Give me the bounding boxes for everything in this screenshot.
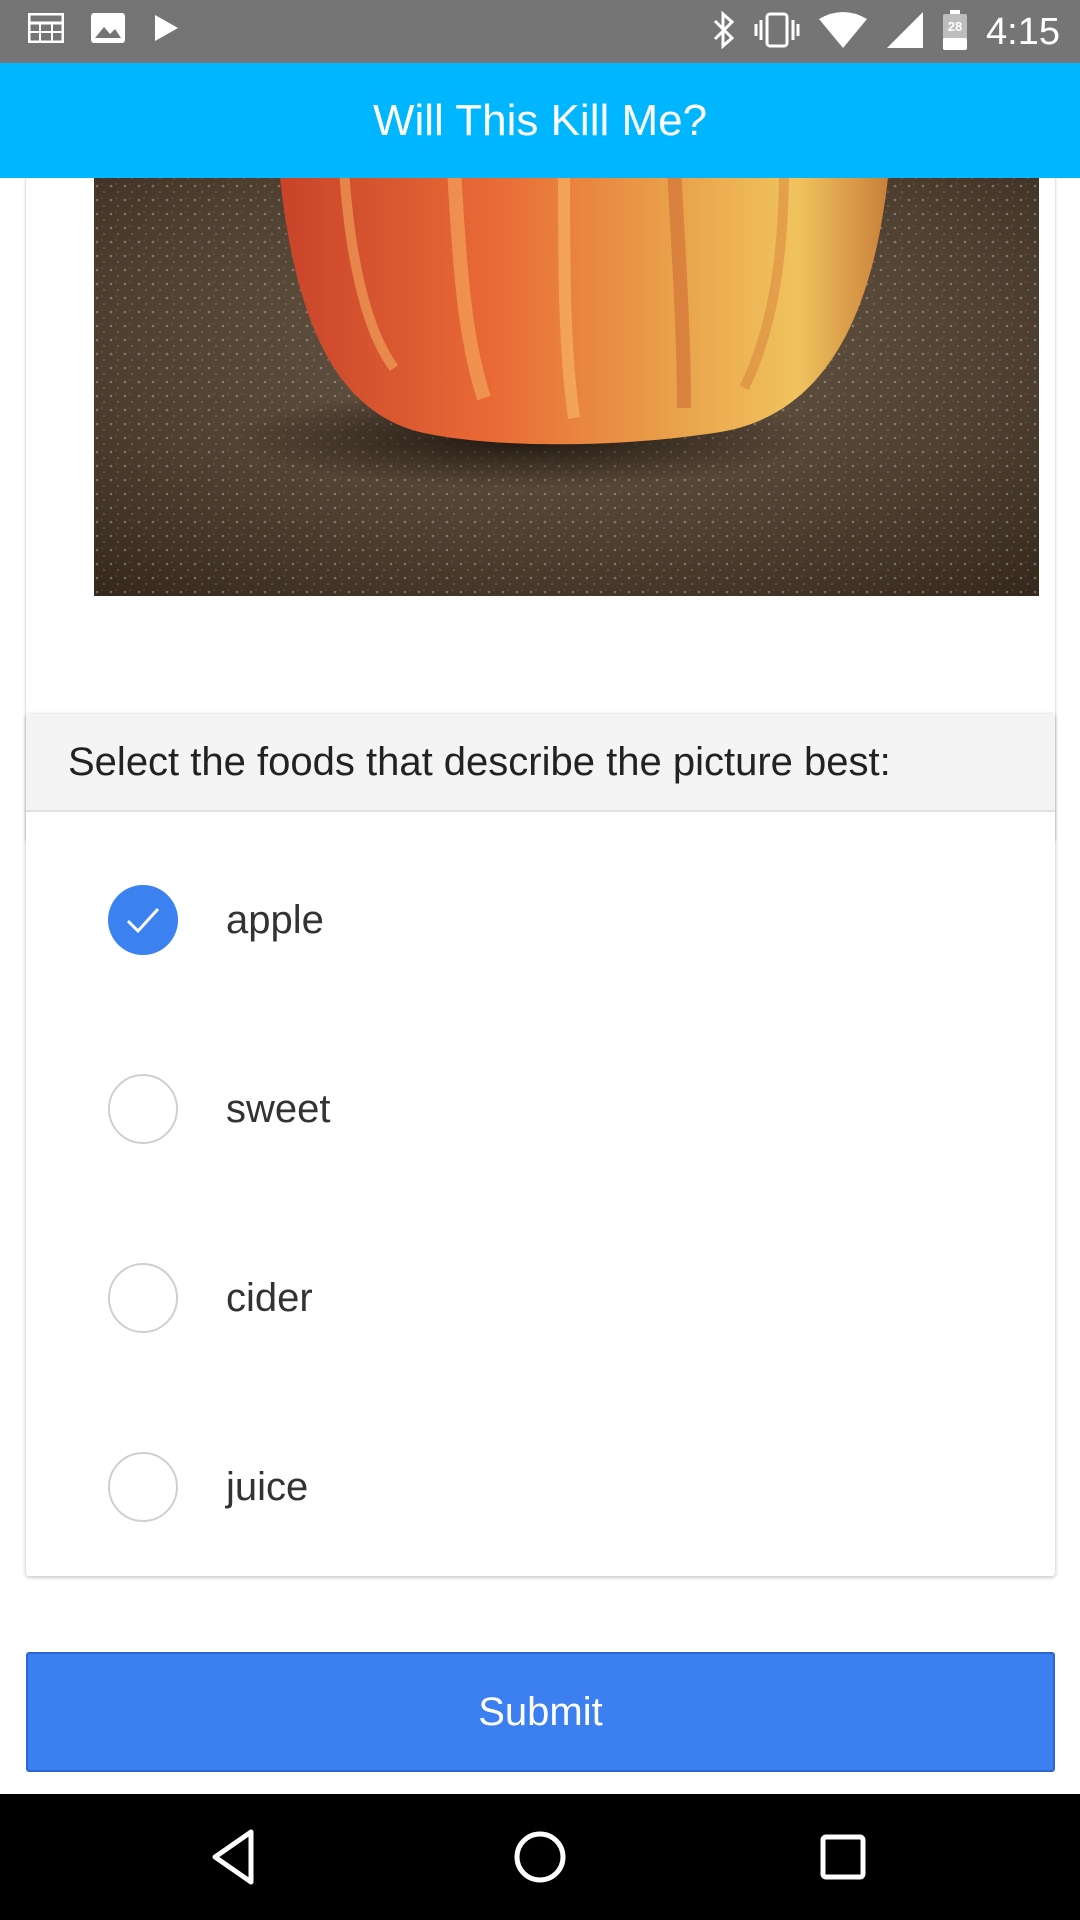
question-prompt: Select the foods that describe the pictu… [26,714,1055,812]
battery-icon: 28 [942,9,968,56]
checkbox-unchecked[interactable] [108,1263,178,1333]
option-label: apple [226,897,324,942]
checkbox-checked[interactable] [108,885,178,955]
checkbox-unchecked[interactable] [108,1074,178,1144]
recents-icon[interactable] [810,1824,876,1890]
calendar-grid-icon [27,12,65,48]
play-icon [152,13,180,48]
checkbox-unchecked[interactable] [108,1452,178,1522]
food-photo [94,178,1039,596]
question-card: Select the foods that describe the pictu… [26,714,1055,1576]
check-icon [126,907,160,934]
status-time: 4:15 [986,10,1060,53]
bluetooth-icon [712,10,736,54]
battery-level: 28 [947,18,963,34]
app-title: Will This Kill Me? [372,95,708,145]
back-icon[interactable] [203,1824,269,1890]
content-scroll[interactable]: Select the foods that describe the pictu… [0,178,1080,1794]
cell-signal-icon [886,11,924,54]
app-bar: Will This Kill Me? [0,63,1080,178]
option-juice[interactable]: juice [26,1427,1055,1547]
home-icon[interactable] [507,1824,573,1890]
option-label: juice [226,1464,309,1509]
vibrate-icon [754,12,800,53]
status-bar: 28 4:15 [0,0,1080,63]
wifi-icon [818,11,868,54]
option-sweet[interactable]: sweet [26,1049,1055,1169]
option-cider[interactable]: cider [26,1238,1055,1358]
image-icon [90,12,126,49]
option-apple[interactable]: apple [26,860,1055,980]
option-label: sweet [226,1086,331,1131]
navigation-bar [0,1794,1080,1920]
option-label: cider [226,1275,313,1320]
submit-button[interactable]: Submit [26,1652,1055,1772]
